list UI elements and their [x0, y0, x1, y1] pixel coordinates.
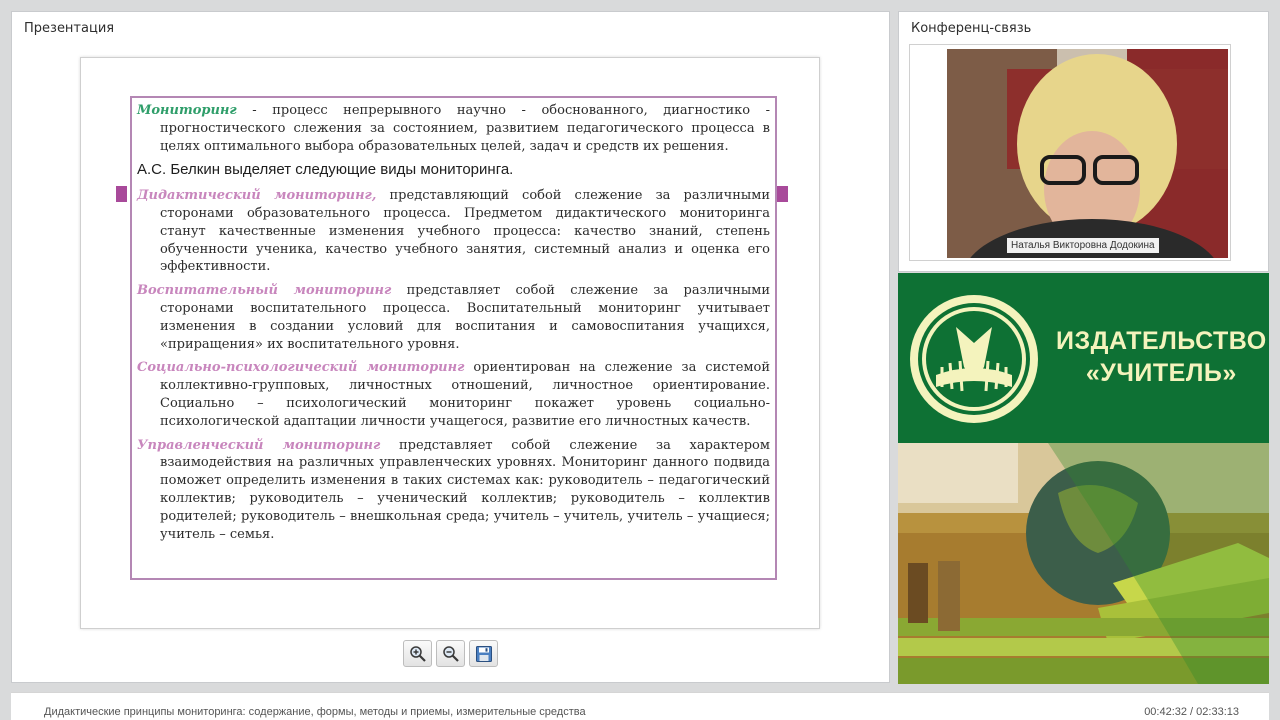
term-socio-psych: Социально-психологический мониторинг: [137, 360, 465, 376]
conference-panel: Конференц-связь Наталья Викторовна Додок…: [898, 11, 1269, 272]
books-globe-illustration: [898, 443, 1269, 684]
slide-paragraph-management: Управленческий мониторинг представляет с…: [137, 437, 770, 544]
slide-paragraph-educational: Воспитательный мониторинг представляет с…: [137, 282, 770, 353]
term-monitoring: Мониторинг: [137, 103, 237, 118]
conference-panel-title: Конференц-связь: [911, 21, 1032, 36]
video-frame[interactable]: Наталья Викторовна Додокина: [909, 44, 1231, 261]
publisher-name-line1: ИЗДАТЕЛЬСТВО: [1056, 327, 1267, 355]
publisher-banner-header: ИЗДАТЕЛЬСТВО «УЧИТЕЛЬ»: [898, 273, 1269, 443]
save-button[interactable]: [469, 640, 498, 667]
lecture-title: Дидактические принципы мониторинга: соде…: [44, 706, 586, 718]
publisher-name: ИЗДАТЕЛЬСТВО «УЧИТЕЛЬ»: [1056, 325, 1267, 389]
publisher-logo-icon: [910, 295, 1038, 423]
publisher-banner: ИЗДАТЕЛЬСТВО «УЧИТЕЛЬ»: [898, 273, 1269, 684]
slide-heading: А.С. Белкин выделяет следующие виды мони…: [137, 161, 514, 179]
term-didactic: Дидактический мониторинг,: [137, 188, 377, 204]
slide-paragraph-socio-psych: Социально-психологический мониторинг ори…: [137, 359, 770, 430]
definition-management: представляет собой слежение за характеро…: [160, 437, 770, 542]
participant-video-image: [947, 49, 1228, 258]
presentation-panel-title: Презентация: [24, 21, 115, 36]
slide-paragraph-monitoring: Мониторинг - процесс непрерывного научно…: [137, 102, 770, 155]
term-educational: Воспитательный мониторинг: [137, 283, 392, 299]
participant-video: Наталья Викторовна Додокина: [947, 49, 1228, 258]
save-icon: [475, 645, 492, 662]
participant-name-tag: Наталья Викторовна Додокина: [1007, 238, 1159, 253]
slide-toolbar: [403, 640, 498, 667]
presentation-panel: Презентация Мониторинг - процесс непреры…: [11, 11, 890, 683]
slide-text: Мониторинг - процесс непрерывного научно…: [137, 102, 770, 549]
term-management: Управленческий мониторинг: [137, 437, 381, 453]
zoom-out-icon: [442, 645, 459, 662]
slide: Мониторинг - процесс непрерывного научно…: [80, 57, 820, 629]
slide-left-marker: [116, 186, 127, 202]
definition-monitoring: - процесс непрерывного научно - обоснова…: [160, 103, 770, 154]
playback-time: 00:42:32 / 02:33:13: [1144, 706, 1239, 718]
zoom-in-icon: [409, 645, 426, 662]
slide-paragraph-didactic: Дидактический мониторинг, представляющий…: [137, 187, 770, 276]
publisher-name-line2: «УЧИТЕЛЬ»: [1085, 359, 1237, 387]
zoom-out-button[interactable]: [436, 640, 465, 667]
status-bar: Дидактические принципы мониторинга: соде…: [11, 692, 1269, 720]
slide-right-marker: [777, 186, 788, 202]
zoom-in-button[interactable]: [403, 640, 432, 667]
